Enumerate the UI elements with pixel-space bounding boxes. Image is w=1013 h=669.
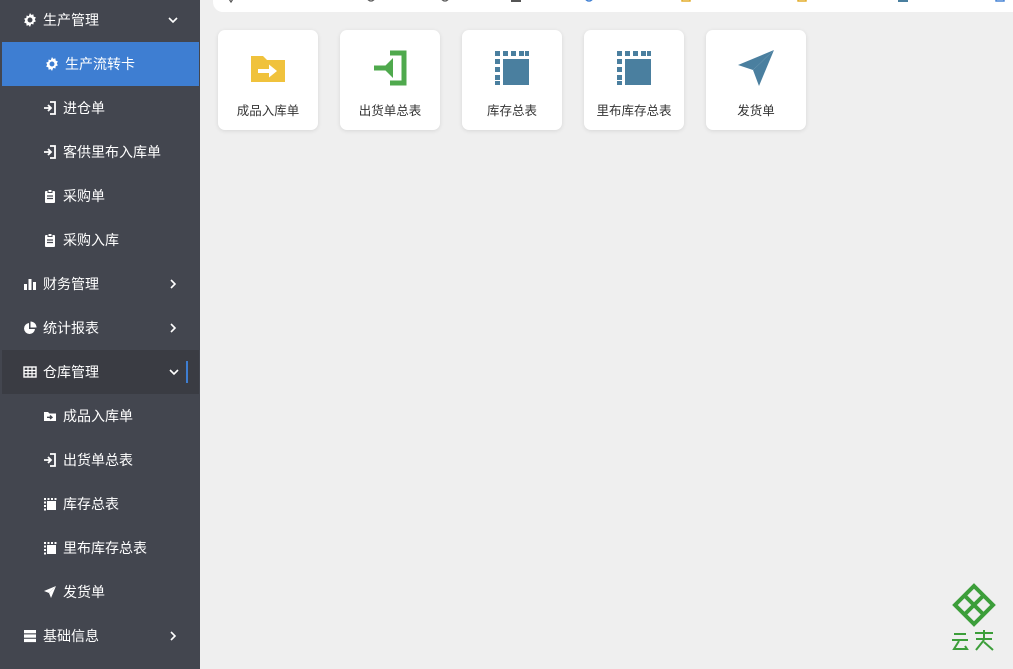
card-label: 里布库存总表 bbox=[596, 103, 672, 118]
card-delivery-note[interactable]: 发货单 bbox=[706, 30, 806, 130]
card-label: 发货单 bbox=[737, 103, 775, 118]
toolbar-icon[interactable] bbox=[510, 0, 522, 4]
chevron-down-icon bbox=[169, 369, 179, 376]
sidebar-item-label: 统计报表 bbox=[43, 321, 99, 337]
sidebar-item-label: 采购单 bbox=[63, 189, 105, 205]
sidebar-item-finished-goods-entry[interactable]: 成品入库单 bbox=[0, 394, 200, 438]
brand-logo bbox=[952, 583, 996, 651]
active-indicator bbox=[186, 361, 188, 383]
sidebar: 生产管理 生产流转卡 进仓单 客供里布入库单 采购单 采购入库 财务管理 统计报… bbox=[0, 0, 200, 669]
toolbar-icon[interactable] bbox=[439, 0, 451, 4]
sidebar-item-label: 发货单 bbox=[63, 585, 105, 601]
sidebar-item-inventory-summary[interactable]: 库存总表 bbox=[0, 482, 200, 526]
sign-in-icon bbox=[42, 145, 57, 160]
dotted-square-icon bbox=[495, 51, 529, 85]
pie-chart-icon bbox=[22, 321, 37, 336]
dotted-square-icon bbox=[42, 497, 57, 512]
sidebar-item-label: 生产流转卡 bbox=[65, 57, 135, 73]
sidebar-item-label: 仓库管理 bbox=[43, 365, 99, 381]
sidebar-item-label: 成品入库单 bbox=[63, 409, 133, 425]
server-list-icon bbox=[22, 629, 37, 644]
card-finished-goods-entry[interactable]: 成品入库单 bbox=[218, 30, 318, 130]
sidebar-item-label: 库存总表 bbox=[63, 497, 119, 513]
sidebar-item-shipment-summary[interactable]: 出货单总表 bbox=[0, 438, 200, 482]
chevron-down-icon bbox=[168, 17, 178, 24]
sidebar-item-finance-management[interactable]: 财务管理 bbox=[0, 262, 200, 306]
sidebar-item-production-card[interactable]: 生产流转卡 bbox=[2, 42, 199, 86]
sign-in-icon bbox=[42, 453, 57, 468]
dotted-square-icon bbox=[42, 541, 57, 556]
sidebar-item-basic-info[interactable]: 基础信息 bbox=[0, 614, 200, 658]
toolbar-icon[interactable] bbox=[225, 0, 237, 4]
top-toolbar bbox=[213, 0, 1013, 12]
folder-arrow-icon bbox=[42, 409, 57, 424]
settings-gear-icon bbox=[22, 13, 37, 28]
sidebar-item-label: 采购入库 bbox=[63, 233, 119, 249]
sidebar-item-delivery-note[interactable]: 发货单 bbox=[0, 570, 200, 614]
sidebar-item-statistics-report[interactable]: 统计报表 bbox=[0, 306, 200, 350]
folder-arrow-icon bbox=[251, 56, 285, 82]
table-grid-icon bbox=[22, 365, 37, 380]
clipboard-icon bbox=[42, 233, 57, 248]
toolbar-icon[interactable] bbox=[995, 0, 1007, 4]
sidebar-item-customer-lining-entry[interactable]: 客供里布入库单 bbox=[0, 130, 200, 174]
sidebar-item-label: 客供里布入库单 bbox=[63, 145, 161, 161]
card-shipment-summary[interactable]: 出货单总表 bbox=[340, 30, 440, 130]
toolbar-icon[interactable] bbox=[365, 0, 377, 4]
sidebar-item-purchase-order[interactable]: 采购单 bbox=[0, 174, 200, 218]
bar-chart-icon bbox=[22, 277, 37, 292]
dotted-square-icon bbox=[617, 51, 651, 85]
sign-in-icon bbox=[374, 50, 407, 86]
sidebar-item-warehouse-entry[interactable]: 进仓单 bbox=[0, 86, 200, 130]
sidebar-item-label: 出货单总表 bbox=[63, 453, 133, 469]
sidebar-item-label: 财务管理 bbox=[43, 277, 99, 293]
card-label: 库存总表 bbox=[486, 103, 537, 118]
card-lining-inventory-summary[interactable]: 里布库存总表 bbox=[584, 30, 684, 130]
clipboard-icon bbox=[42, 189, 57, 204]
toolbar-icon[interactable] bbox=[583, 0, 595, 4]
sign-in-icon bbox=[42, 101, 57, 116]
paper-plane-icon bbox=[738, 50, 774, 86]
sidebar-item-label: 进仓单 bbox=[63, 101, 105, 117]
sidebar-item-label: 生产管理 bbox=[43, 13, 99, 29]
sidebar-item-warehouse-management[interactable]: 仓库管理 bbox=[2, 350, 199, 394]
toolbar-icon[interactable] bbox=[797, 0, 809, 4]
toolbar-icon[interactable] bbox=[681, 0, 693, 4]
chevron-right-icon bbox=[170, 631, 177, 641]
sidebar-item-lining-inventory-summary[interactable]: 里布库存总表 bbox=[0, 526, 200, 570]
sidebar-item-label: 基础信息 bbox=[43, 629, 99, 645]
card-inventory-summary[interactable]: 库存总表 bbox=[462, 30, 562, 130]
chevron-right-icon bbox=[170, 323, 177, 333]
paper-plane-icon bbox=[42, 585, 57, 600]
toolbar-icon[interactable] bbox=[897, 0, 909, 4]
card-label: 出货单总表 bbox=[358, 103, 422, 118]
chevron-right-icon bbox=[170, 279, 177, 289]
card-label: 成品入库单 bbox=[236, 103, 300, 118]
sidebar-item-label: 里布库存总表 bbox=[63, 541, 147, 557]
sidebar-item-purchase-receipt[interactable]: 采购入库 bbox=[0, 218, 200, 262]
settings-gear-icon bbox=[44, 57, 59, 72]
sidebar-item-production-management[interactable]: 生产管理 bbox=[0, 0, 200, 42]
